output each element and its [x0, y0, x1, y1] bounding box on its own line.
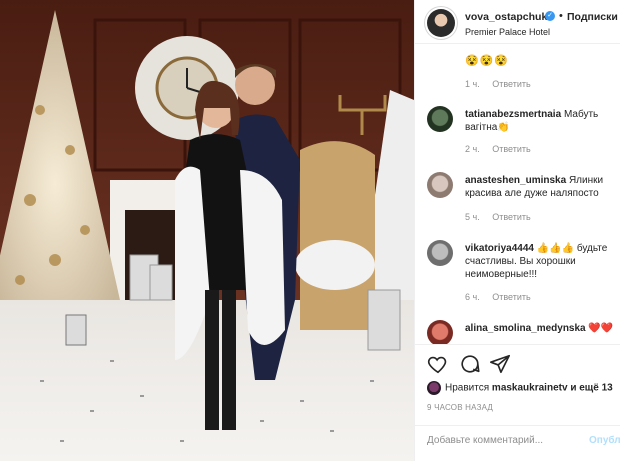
comment-meta: 6 ч. Ответить — [465, 292, 541, 302]
following-button[interactable]: Подписки — [567, 11, 618, 23]
liker-avatar[interactable] — [427, 381, 441, 395]
comment-body: tatianabezsmertnaia Мабуть вагітна👏 — [465, 108, 615, 134]
commenter-avatar[interactable] — [427, 172, 453, 198]
comments-list[interactable]: 😵😵😵 1 ч. Ответить tatianabezsmertnaia Ма… — [415, 44, 620, 344]
comment-body: anasteshen_uminska Ялинки красива але ду… — [465, 174, 615, 200]
post-header: vova_ostapchuk ✓ • Подписки Premier Pala… — [415, 0, 620, 44]
comment-meta: 2 ч. Ответить — [465, 144, 541, 154]
commenter-avatar[interactable] — [427, 240, 453, 266]
commenter-username[interactable]: vikatoriya4444 — [465, 243, 534, 254]
comment-text: ❤️❤️ — [588, 323, 614, 334]
post-actions: Нравится maskaukrainetv и ещё 13 9 ЧАСОВ… — [415, 344, 620, 456]
post-side-panel: vova_ostapchuk ✓ • Подписки Premier Pala… — [414, 0, 620, 461]
like-heart-icon[interactable] — [427, 353, 449, 375]
reply-button[interactable]: Ответить — [492, 212, 530, 222]
share-send-icon[interactable] — [489, 353, 511, 375]
commenter-username[interactable]: anasteshen_uminska — [465, 175, 566, 186]
reply-button[interactable]: Ответить — [492, 79, 530, 89]
verified-badge-icon: ✓ — [545, 11, 555, 21]
comment-time[interactable]: 6 ч. — [465, 292, 480, 302]
liker-username[interactable]: maskaukrainetv — [492, 383, 568, 394]
reply-button[interactable]: Ответить — [492, 144, 530, 154]
comment-time[interactable]: 2 ч. — [465, 144, 480, 154]
post-photo-illustration — [0, 0, 414, 461]
comment-body: vikatoriya4444 👍👍👍 будьте счастливы. Вы … — [465, 242, 615, 281]
comment-bubble-icon[interactable] — [459, 353, 481, 375]
reply-button[interactable]: Ответить — [492, 292, 530, 302]
comment-text: 😵😵😵 — [465, 55, 510, 67]
comment-time[interactable]: 5 ч. — [465, 212, 480, 222]
post-timestamp[interactable]: 9 ЧАСОВ НАЗАД — [427, 403, 493, 412]
commenter-avatar[interactable] — [427, 106, 453, 132]
likes-others-link[interactable]: и ещё 13 — [570, 383, 612, 394]
add-comment-bar: Добавьте комментарий... Опубл — [415, 425, 620, 457]
post-location[interactable]: Premier Palace Hotel — [465, 27, 550, 37]
comment-input[interactable]: Добавьте комментарий... — [427, 435, 577, 446]
comment-body: alina_smolina_medynska ❤️❤️ — [465, 322, 615, 335]
comment-time[interactable]: 1 ч. — [465, 79, 480, 89]
comment-meta: 1 ч. Ответить — [465, 79, 541, 89]
likes-prefix: Нравится — [445, 382, 490, 394]
likes-summary: Нравится maskaukrainetv и ещё 13 — [427, 381, 620, 397]
comment-meta: 5 ч. Ответить — [465, 212, 541, 222]
header-separator: • — [559, 10, 563, 22]
commenter-avatar[interactable] — [427, 320, 453, 344]
commenter-username[interactable]: alina_smolina_medynska — [465, 323, 586, 334]
post-photo[interactable] — [0, 0, 414, 461]
author-avatar[interactable] — [427, 9, 455, 37]
commenter-username[interactable]: tatianabezsmertnaia — [465, 109, 561, 120]
publish-button[interactable]: Опубл — [589, 435, 620, 446]
author-username[interactable]: vova_ostapchuk — [465, 11, 547, 23]
